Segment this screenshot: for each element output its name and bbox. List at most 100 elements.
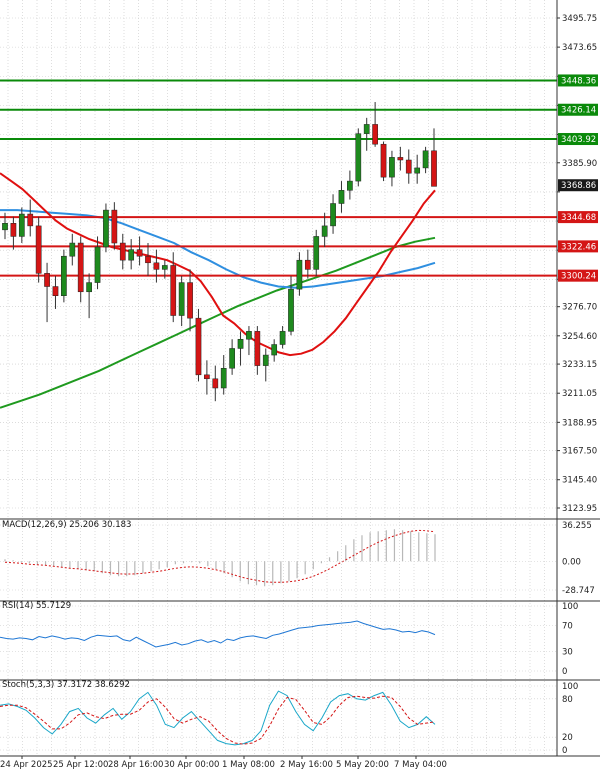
candle-down: [111, 209, 118, 244]
price-tick-label: 3145.40: [562, 476, 597, 486]
candle-down: [397, 157, 404, 161]
stoch-tick-label: 20: [562, 733, 573, 743]
candle-up: [220, 367, 227, 389]
candle-up: [338, 190, 345, 204]
rsi-tick-label: 30: [562, 648, 573, 658]
last-price-label: 3368.86: [561, 181, 596, 191]
candle-up: [237, 338, 244, 349]
time-tick-label: 30 Apr 00:00: [164, 760, 219, 770]
candle-down: [372, 124, 378, 145]
stoch-tick-label: 100: [562, 682, 578, 692]
level-tag-label: 3403.92: [561, 135, 596, 145]
candle-up: [330, 203, 336, 227]
level-tag-label: 3448.36: [561, 76, 596, 86]
candle-up: [279, 331, 286, 345]
time-tick-label: 2 May 16:00: [280, 760, 333, 770]
axes: 3495.75 3473.65 3385.90 3276.70 3254.60 3233.…: [0, 0, 600, 757]
macd-tick-label: 36.255: [562, 521, 592, 531]
candle-up: [178, 282, 185, 316]
rsi-tick-label: 100: [562, 602, 578, 612]
candle-up: [347, 180, 353, 191]
candle-up: [2, 223, 8, 231]
price-tick-label: 3254.60: [562, 332, 597, 342]
macd-tick-label: -28.747: [562, 586, 595, 596]
price-panel: [0, 79, 557, 409]
forex-chart: MACD(12,26,9) 25.206 30.183 36.2550.00-2…: [0, 0, 600, 770]
candle-up: [161, 265, 168, 270]
candle-up: [246, 331, 252, 340]
candle-down: [170, 265, 177, 316]
time-tick-label: 5 May 20:00: [336, 760, 389, 770]
price-tick-label: 3123.95: [562, 504, 597, 514]
price-tick-label: 3385.90: [562, 159, 597, 169]
candle-up: [69, 242, 76, 257]
price-tick-label: 3276.70: [562, 303, 597, 313]
candle-down: [380, 143, 387, 178]
candle-up: [389, 157, 395, 178]
candle-down: [195, 317, 202, 376]
candle-up: [61, 255, 67, 297]
time-tick-label: 25 Apr 12:00: [53, 760, 108, 770]
time-tick-label: 7 May 04:00: [394, 760, 447, 770]
candle-up: [313, 236, 320, 270]
candle-up: [94, 246, 101, 283]
candle-down: [304, 259, 311, 270]
price-tick-label: 3233.15: [562, 360, 597, 370]
level-tag-label: 3426.14: [561, 106, 596, 116]
candle-up: [229, 348, 235, 369]
level-tag-label: 3322.46: [561, 242, 596, 252]
rsi-line: [0, 620, 436, 648]
candle-up: [321, 225, 328, 237]
level-tag-label: 3344.68: [561, 213, 596, 223]
candle-down: [254, 331, 261, 366]
candle-down: [405, 159, 412, 174]
stoch-tick-label: 80: [562, 695, 573, 705]
candle-down: [204, 374, 210, 380]
x-axis: 24 Apr 2025 25 Apr 12:00 28 Apr 16:00 30 Ap…: [0, 756, 447, 770]
candle-down: [10, 223, 17, 237]
stoch-title: Stoch(5,3,3) 37.3172 38.6292: [2, 680, 130, 690]
candle-down: [431, 150, 437, 187]
macd-panel: MACD(12,26,9) 25.206 30.183 36.2550.00-2…: [0, 520, 595, 596]
candle-down: [136, 249, 143, 257]
candle-up: [86, 282, 92, 293]
rsi-panel: RSI(14) 55.7129 10070300: [0, 601, 578, 677]
candle-down: [77, 242, 84, 293]
candle-up: [355, 133, 362, 182]
candle-up: [422, 150, 429, 169]
price-tick-label: 3473.65: [562, 43, 597, 53]
price-tick-label: 3211.05: [562, 389, 597, 399]
candle-down: [52, 286, 59, 297]
candle-down: [44, 273, 50, 287]
time-tick-label: 28 Apr 16:00: [108, 760, 163, 770]
candle-up: [128, 249, 135, 261]
candle-up: [103, 209, 109, 248]
rsi-tick-label: 0: [562, 667, 567, 677]
candle-down: [35, 225, 42, 274]
candle-down: [27, 213, 34, 227]
candlesticks: [2, 102, 437, 402]
candle-down: [187, 282, 193, 319]
candle-up: [271, 344, 278, 356]
macd-tick-label: 0.00: [562, 557, 581, 567]
stochastic-panel: Stoch(5,3,3) 37.3172 38.6292 100 80 20 0: [0, 680, 578, 756]
price-tick-label: 3167.50: [562, 447, 597, 457]
price-tick-label: 3495.75: [562, 14, 597, 24]
candle-down: [119, 242, 126, 261]
candle-up: [288, 288, 294, 332]
candle-up: [262, 354, 269, 366]
level-tag-label: 3300.24: [561, 272, 596, 282]
price-tick-label: 3188.95: [562, 418, 597, 428]
rsi-tick-label: 70: [562, 622, 573, 632]
candle-down: [145, 255, 151, 264]
stoch-tick-label: 0: [562, 746, 567, 756]
candle-up: [414, 167, 421, 174]
candle-up: [363, 124, 370, 134]
candle-up: [18, 213, 25, 237]
stoch-k-line: [0, 690, 436, 746]
candle-down: [153, 262, 160, 270]
candle-up: [296, 259, 303, 290]
time-tick-label: 1 May 08:00: [222, 760, 275, 770]
candle-down: [212, 378, 219, 389]
time-tick-label: 24 Apr 2025: [0, 760, 53, 770]
